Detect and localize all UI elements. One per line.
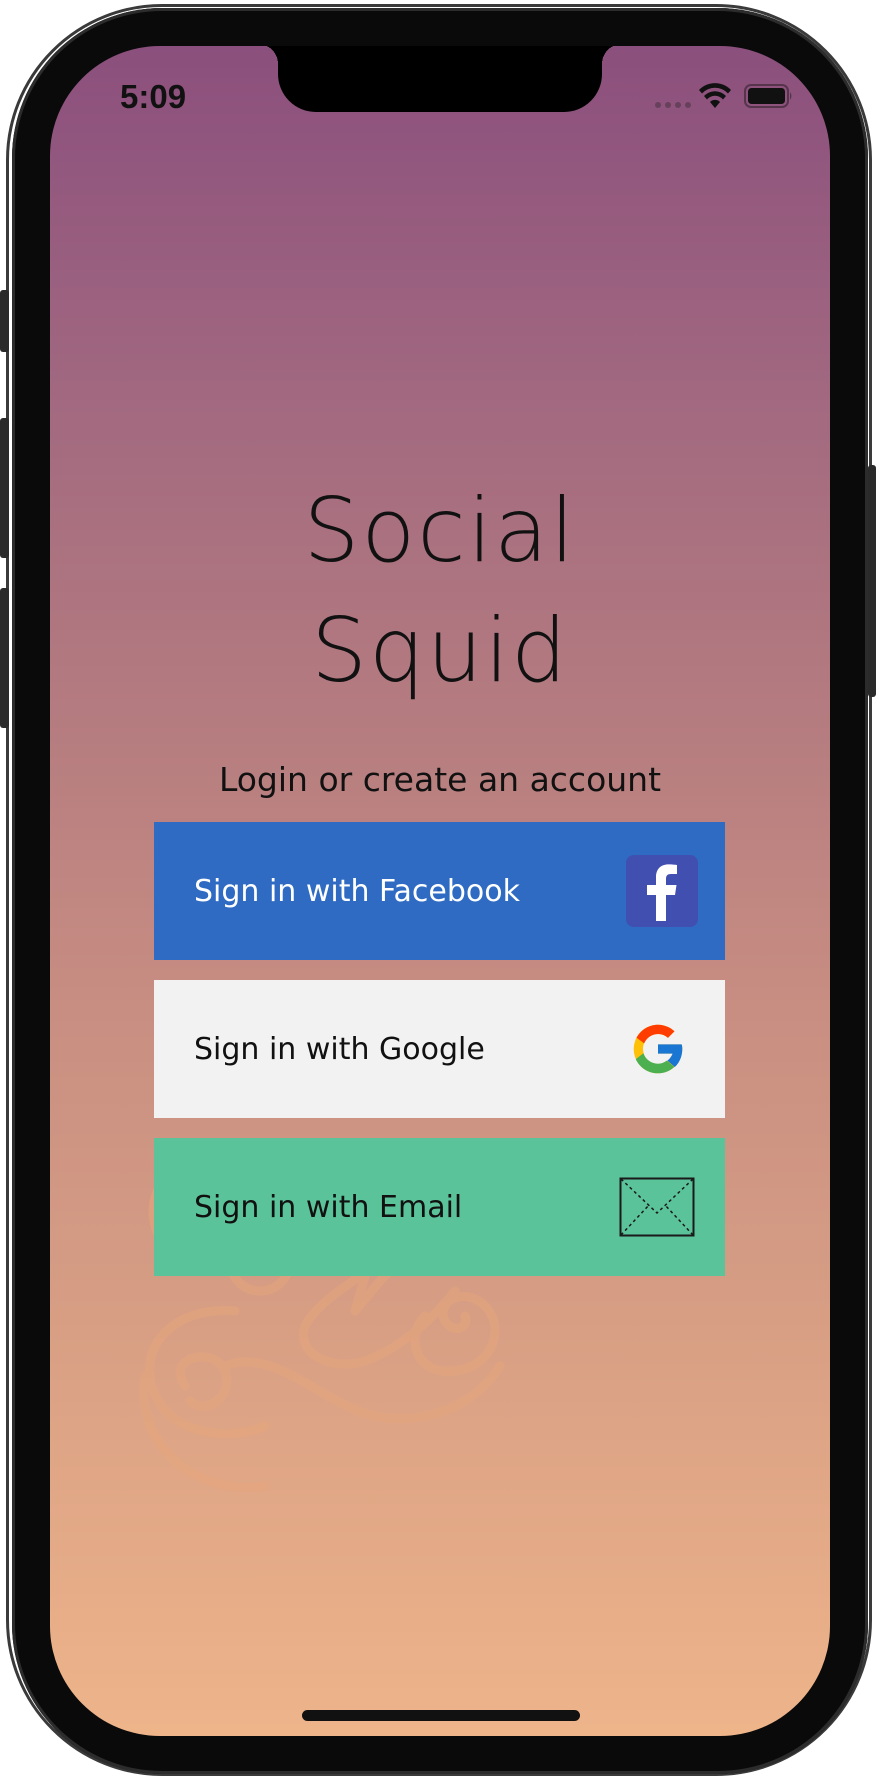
login-subtitle: Login or create an account	[218, 760, 662, 799]
sign-in-google-label: Sign in with Google	[194, 1031, 485, 1067]
sign-in-facebook-button[interactable]: Sign in with Facebook	[154, 822, 725, 960]
cellular-dots-icon	[655, 102, 691, 108]
app-title: Social Squid	[50, 471, 830, 711]
mail-icon	[619, 1177, 695, 1237]
battery-icon	[744, 84, 792, 108]
power-button	[868, 465, 876, 697]
mute-switch	[0, 290, 9, 352]
wifi-icon	[699, 83, 731, 108]
app-screen: 5:09 Social Squid Login or create an acc…	[50, 46, 830, 1736]
status-time: 5:09	[120, 78, 187, 115]
app-title-line1: Social	[303, 479, 577, 582]
notch	[258, 46, 622, 112]
sign-in-google-button[interactable]: Sign in with Google	[154, 980, 725, 1118]
google-icon	[633, 1024, 684, 1074]
home-indicator[interactable]	[302, 1710, 580, 1721]
sign-in-facebook-label: Sign in with Facebook	[194, 873, 521, 909]
app-title-line2: Squid	[311, 599, 569, 702]
volume-down-button	[0, 588, 9, 728]
volume-up-button	[0, 418, 9, 558]
sign-in-email-label: Sign in with Email	[194, 1189, 463, 1225]
sign-in-email-button[interactable]: Sign in with Email	[154, 1138, 725, 1276]
facebook-icon	[626, 855, 698, 927]
